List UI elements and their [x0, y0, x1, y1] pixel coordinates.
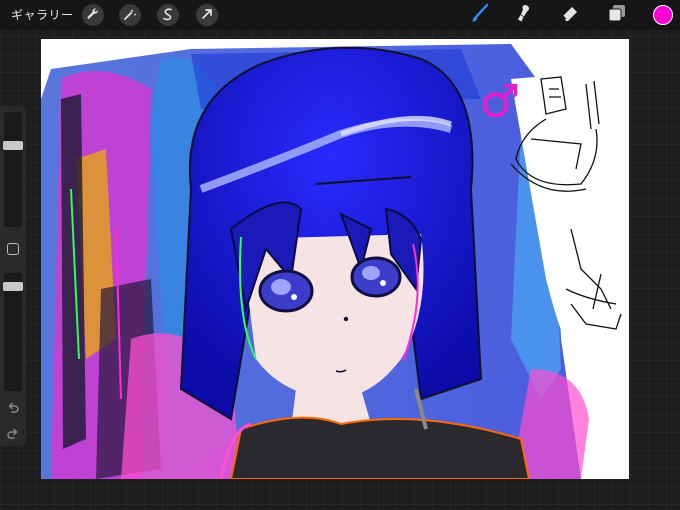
drawing-canvas[interactable]: ♂ — [41, 39, 629, 479]
selection-button[interactable] — [157, 4, 179, 26]
left-eye — [258, 269, 314, 313]
artwork: ♂ — [41, 44, 629, 479]
undo-icon — [6, 400, 20, 419]
brush-size-slider[interactable] — [3, 112, 23, 227]
modify-button[interactable] — [7, 243, 19, 255]
transform-arrow-icon — [200, 6, 214, 25]
layers-button[interactable] — [606, 4, 628, 26]
smudge-tool-button[interactable] — [512, 4, 534, 26]
layers-icon — [606, 2, 628, 28]
right-eye — [350, 256, 402, 298]
actions-button[interactable] — [82, 4, 104, 26]
brush-icon — [469, 2, 491, 28]
color-picker-button[interactable] — [653, 5, 673, 25]
transform-button[interactable] — [196, 4, 218, 26]
undo-button[interactable] — [6, 400, 20, 414]
male-symbol: ♂ — [479, 74, 520, 128]
redo-button[interactable] — [6, 426, 20, 440]
opacity-handle[interactable] — [3, 281, 23, 291]
redo-icon — [6, 426, 20, 445]
eraser-icon — [559, 2, 581, 28]
left-sidebar — [0, 106, 26, 446]
magic-wand-icon — [123, 6, 137, 25]
eraser-tool-button[interactable] — [559, 4, 581, 26]
opacity-slider[interactable] — [3, 273, 23, 391]
top-toolbar: ギャラリー — [0, 0, 680, 30]
wrench-icon — [86, 6, 100, 25]
smudge-icon — [512, 2, 534, 28]
gallery-button[interactable]: ギャラリー — [11, 7, 74, 23]
brush-tool-button[interactable] — [469, 2, 491, 28]
selection-icon — [161, 6, 175, 25]
adjustments-button[interactable] — [119, 4, 141, 26]
brush-size-handle[interactable] — [3, 140, 23, 150]
